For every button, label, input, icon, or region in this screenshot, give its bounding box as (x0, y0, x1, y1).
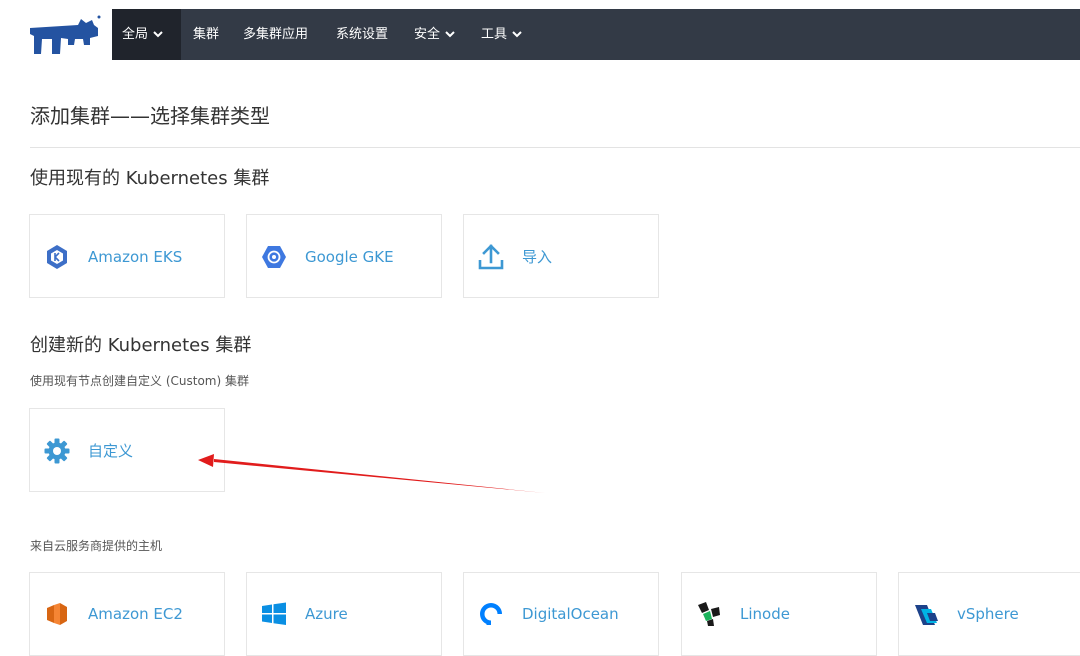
ec2-icon (47, 603, 67, 625)
card-linode[interactable]: Linode (681, 572, 877, 656)
nav-clusters-label: 集群 (193, 27, 220, 42)
custom-subheading: 使用现有节点创建自定义 (Custom) 集群 (30, 374, 249, 388)
digitalocean-icon (480, 603, 502, 625)
card-amazon-eks[interactable]: Amazon EKS (29, 214, 225, 298)
eks-icon (47, 245, 67, 269)
card-azure-label: Azure (305, 605, 348, 623)
rancher-logo-icon[interactable] (28, 14, 104, 54)
nav-security-label: 安全 (414, 27, 441, 42)
nav-clusters[interactable]: 集群 (193, 9, 219, 60)
card-vsphere-label: vSphere (957, 605, 1019, 623)
card-amazon-eks-label: Amazon EKS (88, 248, 183, 266)
nav-multicluster-apps[interactable]: 多集群应用 (243, 9, 308, 60)
chevron-down-icon (445, 30, 455, 37)
nav-global[interactable]: 全局 (112, 9, 181, 60)
annotation-arrow (198, 454, 545, 493)
card-import-label: 导入 (522, 248, 553, 266)
chevron-down-icon (153, 30, 163, 37)
page-title: 添加集群——选择集群类型 (30, 104, 270, 128)
nav-tools-label: 工具 (481, 27, 508, 42)
card-custom-label: 自定义 (88, 442, 134, 460)
chevron-down-icon (512, 30, 522, 37)
gear-icon (44, 438, 70, 464)
nav-tools[interactable]: 工具 (481, 9, 523, 60)
top-navbar: 全局 集群 多集群应用 系统设置 安全 工具 (112, 9, 1080, 60)
azure-icon (262, 602, 286, 625)
card-import[interactable]: 导入 (463, 214, 659, 298)
title-divider (30, 147, 1080, 148)
card-digitalocean[interactable]: DigitalOcean (463, 572, 659, 656)
nav-security[interactable]: 安全 (414, 9, 456, 60)
cloud-subheading: 来自云服务商提供的主机 (30, 539, 163, 553)
card-linode-label: Linode (740, 605, 790, 623)
nav-settings-label: 系统设置 (336, 27, 389, 42)
create-cluster-heading: 创建新的 Kubernetes 集群 (30, 335, 252, 356)
card-amazon-ec2-label: Amazon EC2 (88, 605, 183, 623)
gke-icon (262, 246, 286, 268)
vsphere-icon (915, 605, 938, 625)
card-azure[interactable]: Azure (246, 572, 442, 656)
card-custom[interactable]: 自定义 (29, 408, 225, 492)
existing-cluster-heading: 使用现有的 Kubernetes 集群 (30, 168, 270, 189)
card-google-gke-label: Google GKE (305, 248, 394, 266)
card-digitalocean-label: DigitalOcean (522, 605, 619, 623)
card-amazon-ec2[interactable]: Amazon EC2 (29, 572, 225, 656)
linode-icon (698, 602, 720, 626)
nav-global-label: 全局 (122, 27, 149, 42)
card-vsphere[interactable]: vSphere (898, 572, 1080, 656)
nav-settings[interactable]: 系统设置 (336, 9, 388, 60)
nav-multicluster-apps-label: 多集群应用 (243, 27, 309, 42)
card-google-gke[interactable]: Google GKE (246, 214, 442, 298)
upload-icon (478, 244, 504, 270)
